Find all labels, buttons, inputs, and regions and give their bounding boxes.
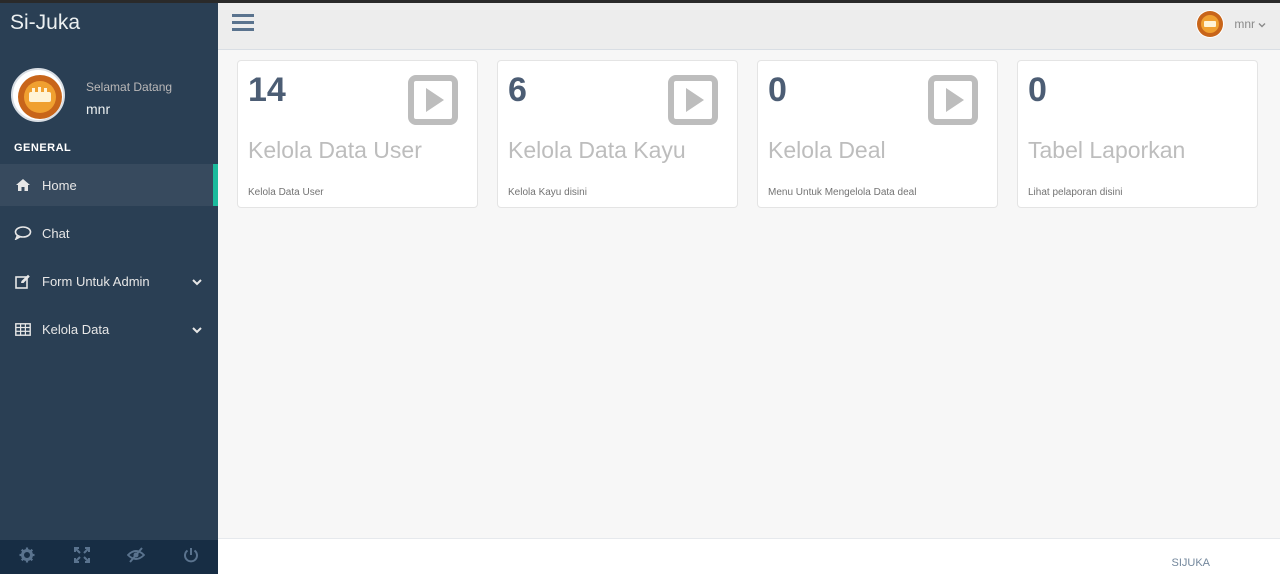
tile-kelola-data-user[interactable]: 14 Kelola Data User Kelola Data User (237, 60, 478, 208)
menu-toggle-button[interactable] (231, 11, 255, 35)
logout-button[interactable] (164, 540, 219, 574)
sidebar-footer (0, 540, 218, 574)
tile-description: Lihat pelaporan disini (1028, 187, 1123, 198)
tile-count: 14 (248, 71, 286, 109)
edit-icon (14, 273, 32, 289)
chevron-down-icon (192, 274, 202, 289)
tile-title: Kelola Data User (248, 137, 422, 163)
tile-description: Menu Untuk Mengelola Data deal (768, 187, 917, 198)
hamburger-icon (231, 14, 255, 39)
sidebar-item-label: Home (42, 177, 77, 193)
user-dropdown[interactable]: mnr (1196, 10, 1266, 38)
sidebar-item-home[interactable]: Home (0, 164, 218, 206)
play-icon (928, 75, 978, 125)
tile-tabel-laporkan[interactable]: 0 Tabel Laporkan Lihat pelaporan disini (1017, 60, 1258, 208)
top-nav: mnr (218, 3, 1280, 50)
avatar (1196, 10, 1225, 38)
profile-block: Selamat Datang mnr (11, 68, 211, 124)
tile-description: Kelola Kayu disini (508, 187, 587, 198)
sidebar-menu: Home Chat Form Untuk Admin Kelola Data (0, 164, 218, 356)
settings-button[interactable] (0, 540, 55, 574)
footer-text: SIJUKA (1171, 557, 1210, 569)
welcome-text: Selamat Datang (86, 80, 173, 94)
settings-icon (19, 547, 35, 568)
tile-kelola-deal[interactable]: 0 Kelola Deal Menu Untuk Mengelola Data … (757, 60, 998, 208)
sidebar-item-chat[interactable]: Chat (0, 212, 218, 254)
chat-icon (14, 225, 32, 241)
sidebar: Si-Juka Selamat Datang mnr GENERAL Home (0, 3, 218, 574)
play-icon (408, 75, 458, 125)
chevron-down-icon (1258, 15, 1266, 33)
tile-title: Kelola Deal (768, 137, 886, 163)
chevron-down-icon (192, 322, 202, 337)
tile-count: 0 (1028, 71, 1047, 109)
tile-title: Kelola Data Kayu (508, 137, 686, 163)
fullscreen-button[interactable] (55, 540, 110, 574)
fullscreen-icon (73, 546, 90, 568)
sidebar-item-form-admin[interactable]: Form Untuk Admin (0, 260, 218, 302)
tile-count: 0 (768, 71, 787, 109)
avatar (11, 68, 65, 122)
tile-description: Kelola Data User (248, 187, 324, 198)
profile-username: mnr (86, 101, 111, 117)
user-name: mnr (1234, 17, 1255, 31)
sidebar-item-label: Kelola Data (42, 321, 110, 337)
power-icon (183, 547, 199, 568)
page-footer: SIJUKA (218, 538, 1280, 574)
tile-title: Tabel Laporkan (1028, 137, 1186, 163)
eye-slash-icon (126, 546, 146, 568)
tile-kelola-data-kayu[interactable]: 6 Kelola Data Kayu Kelola Kayu disini (497, 60, 738, 208)
brand-title[interactable]: Si-Juka (10, 11, 80, 35)
menu-section-title: GENERAL (14, 142, 72, 154)
table-icon (14, 321, 32, 337)
sidebar-item-label: Form Untuk Admin (42, 273, 150, 289)
play-icon (668, 75, 718, 125)
sidebar-item-kelola-data[interactable]: Kelola Data (0, 308, 218, 350)
lock-button[interactable] (109, 540, 164, 574)
tile-count: 6 (508, 71, 527, 109)
sidebar-item-label: Chat (42, 225, 70, 241)
home-icon (14, 177, 32, 193)
